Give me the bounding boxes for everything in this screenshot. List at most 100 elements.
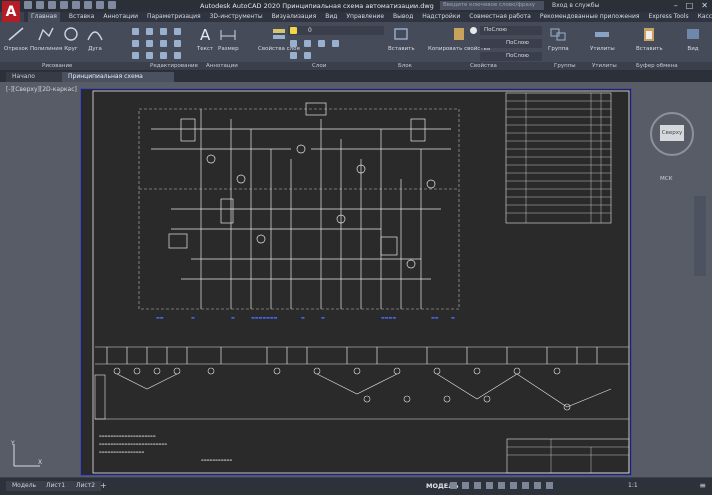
offset-icon[interactable] xyxy=(174,52,181,59)
copy-icon[interactable] xyxy=(132,40,139,47)
redo-icon[interactable] xyxy=(96,1,104,9)
circle-tool[interactable]: Круг xyxy=(62,26,80,52)
tab-output[interactable]: Вывод xyxy=(393,12,413,22)
dimension-tool[interactable]: Размер xyxy=(218,26,239,52)
layer-match-icon[interactable] xyxy=(304,40,311,47)
document-tabs: Начало Принципиальная схема автомат... xyxy=(0,71,712,90)
polyline-tool[interactable]: Полилиния xyxy=(30,26,62,52)
ortho-icon[interactable] xyxy=(474,482,481,489)
utilities-tool-label: Утилиты xyxy=(590,46,615,52)
arc-tool[interactable]: Дуга xyxy=(86,26,104,52)
tab-view[interactable]: Вид xyxy=(325,12,337,22)
panel-clipboard[interactable]: Буфер обмена xyxy=(636,62,678,70)
new-icon[interactable] xyxy=(24,1,32,9)
view-icon xyxy=(687,29,699,39)
layer-off-icon[interactable] xyxy=(304,52,311,59)
layer-previous-icon[interactable] xyxy=(290,52,297,59)
tab-visualize[interactable]: Визуализация xyxy=(272,12,317,22)
layer-dropdown[interactable]: 0 xyxy=(288,26,384,35)
arc-icon xyxy=(87,31,103,41)
undo-icon[interactable] xyxy=(84,1,92,9)
application-menu-button[interactable]: A xyxy=(2,1,20,23)
trim-icon[interactable] xyxy=(160,28,167,35)
viewcube-top[interactable]: Сверху xyxy=(660,125,684,141)
mirror-icon[interactable] xyxy=(146,40,153,47)
array-icon[interactable] xyxy=(160,52,167,59)
viewport-controls[interactable]: [-][Сверху][2D-каркас] xyxy=(6,86,77,93)
polar-icon[interactable] xyxy=(486,482,493,489)
panel-annotation[interactable]: Аннотации xyxy=(206,62,238,70)
search-input[interactable]: Введите ключевое слово/фразу xyxy=(440,1,544,10)
transparency-icon[interactable] xyxy=(522,482,529,489)
osnap-icon[interactable] xyxy=(498,482,505,489)
tab-drawing[interactable]: Принципиальная схема автомат... xyxy=(62,72,174,90)
group-tool[interactable]: Группа xyxy=(548,26,569,52)
selection-cycling-icon[interactable] xyxy=(534,482,541,489)
panel-block[interactable]: Блок xyxy=(398,62,412,70)
paste-tool[interactable]: Вставить xyxy=(636,26,663,52)
view-tool[interactable]: Вид xyxy=(684,26,702,52)
tab-start[interactable]: Начало xyxy=(6,72,64,82)
panel-modify[interactable]: Редактирование xyxy=(150,62,198,70)
utilities-tool[interactable]: Утилиты xyxy=(590,26,615,52)
color-dropdown[interactable]: ПоСлою xyxy=(480,26,542,35)
lineweight-dropdown[interactable]: ПоСлою xyxy=(480,39,542,48)
scale-icon[interactable] xyxy=(146,52,153,59)
add-layout-icon[interactable]: + xyxy=(100,481,107,490)
grid-icon[interactable] xyxy=(450,482,457,489)
panel-properties[interactable]: Свойства xyxy=(470,62,497,70)
maximize-icon[interactable]: □ xyxy=(686,1,694,10)
save-icon[interactable] xyxy=(48,1,56,9)
tab-kassa-tools[interactable]: Касса Tools xyxy=(698,12,712,22)
erase-icon[interactable] xyxy=(174,28,181,35)
explode-icon[interactable] xyxy=(174,40,181,47)
tab-model[interactable]: Модель xyxy=(6,481,43,491)
print-icon[interactable] xyxy=(72,1,80,9)
panel-groups[interactable]: Группы xyxy=(554,62,576,70)
svg-text:▬: ▬ xyxy=(231,315,235,320)
insert-block-tool[interactable]: Вставить xyxy=(388,26,415,52)
minimize-icon[interactable]: – xyxy=(674,1,678,10)
panel-layers[interactable]: Слои xyxy=(312,62,326,70)
save-as-icon[interactable] xyxy=(60,1,68,9)
layer-freeze-icon[interactable] xyxy=(318,40,325,47)
text-tool-label: Текст xyxy=(196,46,214,52)
tab-featured-apps[interactable]: Рекомендованные приложения xyxy=(540,12,640,22)
sign-in-button[interactable]: Вход в службы xyxy=(552,2,599,9)
panel-draw[interactable]: Рисование xyxy=(42,62,72,70)
svg-text:▬▬▬▬▬▬▬▬▬▬▬: ▬▬▬▬▬▬▬▬▬▬▬ xyxy=(201,458,232,462)
stretch-icon[interactable] xyxy=(132,52,139,59)
panel-utilities[interactable]: Утилиты xyxy=(592,62,617,70)
close-icon[interactable]: ✕ xyxy=(701,1,708,10)
line-tool[interactable]: Отрезок xyxy=(4,26,28,52)
wcs-menu[interactable]: МСК xyxy=(660,176,673,182)
tab-express-tools[interactable]: Express Tools xyxy=(648,12,688,22)
navigation-bar[interactable] xyxy=(694,196,706,276)
tab-collaborate[interactable]: Совместная работа xyxy=(469,12,531,22)
lineweight-icon[interactable] xyxy=(510,482,517,489)
tab-insert[interactable]: Вставка xyxy=(69,12,94,22)
share-icon[interactable] xyxy=(108,1,116,9)
tab-3d-tools[interactable]: 3D-инструменты xyxy=(210,12,263,22)
annotation-icon[interactable] xyxy=(546,482,553,489)
tab-home[interactable]: Главная xyxy=(28,12,60,22)
tab-annotate[interactable]: Аннотации xyxy=(103,12,138,22)
annotation-scale[interactable]: 1:1 xyxy=(628,482,638,489)
drawing-sheet[interactable]: ▬▬ ▬ ▬ ▬▬▬▬▬▬▬ ▬ ▬ ▬▬▬▬ ▬▬ ▬ ▬▬▬▬▬▬▬▬▬▬▬… xyxy=(80,88,632,476)
rotate-icon[interactable] xyxy=(146,28,153,35)
text-tool[interactable]: A Текст xyxy=(196,26,214,52)
tab-addins[interactable]: Надстройки xyxy=(422,12,460,22)
tab-layout2[interactable]: Лист2 xyxy=(70,481,102,491)
open-icon[interactable] xyxy=(36,1,44,9)
snap-icon[interactable] xyxy=(462,482,469,489)
fillet-icon[interactable] xyxy=(160,40,167,47)
customize-icon[interactable]: ≡ xyxy=(699,481,706,490)
ribbon-tabs: Главная Вставка Аннотации Параметризация… xyxy=(24,12,712,22)
layer-tool-icon[interactable] xyxy=(290,40,297,47)
move-icon[interactable] xyxy=(132,28,139,35)
tab-layout1[interactable]: Лист1 xyxy=(40,481,72,491)
layer-isolate-icon[interactable] xyxy=(332,40,339,47)
tab-parametric[interactable]: Параметризация xyxy=(147,12,201,22)
linetype-dropdown[interactable]: ПоСлою xyxy=(480,52,542,61)
tab-manage[interactable]: Управление xyxy=(346,12,384,22)
